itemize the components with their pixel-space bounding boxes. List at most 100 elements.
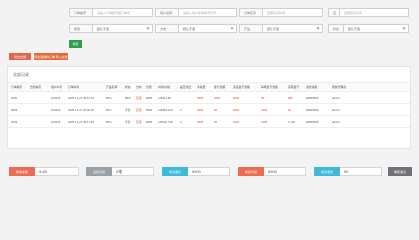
set-win-button[interactable]: 修改盈利: [162, 167, 188, 176]
filter-form: 订单编号 请输入订单编号或订单号 用户名称 请输入用户名称或手机号 订单区间 选…: [69, 8, 409, 40]
table-cell: 2025-12-27 00:02:22: [68, 107, 94, 112]
order-range-label: 订单区间: [239, 8, 263, 17]
table-cell: ¥8000553: [306, 107, 319, 112]
table-row[interactable]: 4039 123123 2025-12-27 00:02:22 BTC 平仓 买涨 6081…: [8, 104, 410, 116]
table-row[interactable]: 4040 123123 2025-12-27 00:10:01 BTC BKS 买涨 608…: [8, 92, 410, 104]
table-cell: 115352.213: [158, 107, 173, 112]
table-header: 订单编号 合约编号 用户ID号 订单时间 产品名称 状态 方向 分组 时间/价格 是否点位 手续费 盈…: [8, 82, 410, 92]
column-header[interactable]: 手续费: [197, 83, 205, 91]
status-label: 状态: [328, 24, 344, 33]
column-header[interactable]: 实际盈亏: [288, 83, 299, 91]
table-cell: ¥500: [197, 119, 204, 124]
table-cell: ¥8000555: [306, 119, 319, 124]
type-label: 类型: [69, 24, 93, 33]
table-cell: ¥160: [233, 119, 240, 124]
table-cell: admin: [332, 107, 340, 112]
column-header[interactable]: 状态: [125, 83, 131, 91]
column-header[interactable]: 是否点位: [180, 83, 191, 91]
panel-title: 全部记录: [13, 72, 29, 77]
column-header[interactable]: 用户ID号: [51, 83, 62, 91]
column-header[interactable]: 资金余额: [306, 83, 317, 91]
table-row[interactable]: 4039 123123 2025-12-27 00:17:18 BTC 平仓 买涨 6081…: [8, 116, 410, 128]
column-header[interactable]: 盈亏金额: [214, 83, 225, 91]
user-name-label: 用户名称: [155, 8, 179, 17]
records-panel: 全部记录 订单编号 合约编号 用户ID号 订单时间 产品名称 状态 方向 分组 时间/价格 是否点…: [7, 66, 411, 149]
table-cell: ¥200: [214, 95, 221, 100]
column-header[interactable]: 分组: [146, 83, 152, 91]
table-cell: 123123: [51, 119, 61, 124]
table-cell: 0: [180, 107, 182, 112]
column-header[interactable]: 订单时间: [68, 83, 79, 91]
table-cell: 2025-12-27 00:17:18: [68, 119, 94, 124]
table-cell: 4039: [11, 119, 18, 124]
column-header[interactable]: 买卖盈亏金额: [233, 83, 250, 91]
column-header[interactable]: 时间/价格: [158, 83, 170, 91]
table-cell: BKS: [125, 95, 131, 100]
order-no-input[interactable]: 请输入订单编号或订单号: [93, 8, 153, 17]
column-header[interactable]: 每笔盈亏金额: [261, 83, 278, 91]
to-label: 至: [328, 8, 340, 17]
table-cell: ¥80: [288, 95, 293, 100]
table-cell: 123123: [51, 107, 61, 112]
order-range-end-filter: 至 选择结束时间: [328, 8, 409, 17]
direction-select[interactable]: 默认不选: [179, 24, 237, 33]
order-range-start-input[interactable]: 选择区间时间: [263, 8, 323, 17]
table-cell: ¥160: [261, 119, 268, 124]
status-select[interactable]: 默认不选: [344, 24, 409, 33]
table-cell: 平仓: [125, 107, 131, 112]
win-input[interactable]: ¥500: [188, 167, 230, 176]
product-select[interactable]: 默认不选: [263, 24, 323, 33]
table-cell: BTC: [106, 95, 112, 100]
type-select[interactable]: 默认不选: [93, 24, 153, 33]
type-select-value: 默认不选: [97, 26, 110, 31]
table-cell: 买涨: [136, 119, 142, 124]
table-cell: 115411.84: [158, 95, 171, 100]
table-cell: 2025-12-27 00:10:01: [68, 95, 94, 100]
type-filter: 类型 默认不选: [69, 24, 153, 33]
column-header[interactable]: 产品名称: [106, 83, 117, 91]
table-cell: ¥-160: [288, 119, 296, 124]
table-cell: ¥500: [197, 107, 204, 112]
table-cell: 4040: [11, 95, 18, 100]
search-button[interactable]: 搜索: [69, 40, 82, 48]
set-lose-button[interactable]: 修改亏损: [238, 167, 264, 176]
balance-group: 修改余额 ¥-80: [9, 167, 79, 176]
table-cell: ¥6: [261, 95, 265, 100]
column-header[interactable]: 方向: [136, 83, 142, 91]
column-header[interactable]: 订单编号: [11, 83, 22, 91]
product-label: 产品: [239, 24, 263, 33]
direction-filter: 方向 默认不选: [155, 24, 237, 33]
table-cell: ¥8000553: [306, 95, 319, 100]
table-cell: 6081: [146, 95, 153, 100]
import-label: 导入交易: [55, 54, 68, 59]
table-cell: 123123: [51, 95, 61, 100]
table-cell: 买涨: [136, 95, 142, 100]
lose-input[interactable]: ¥500: [264, 167, 306, 176]
export-all-button[interactable]: 导出全部: [9, 53, 31, 60]
fee-input[interactable]: 0笔: [112, 167, 154, 176]
win-group: 修改盈利 ¥500: [162, 167, 230, 176]
product-filter: 产品 默认不选: [239, 24, 323, 33]
table-cell: 0: [180, 119, 182, 124]
order-range-end-input[interactable]: 选择结束时间: [340, 8, 409, 17]
table-cell: ¥0: [214, 107, 218, 112]
fee-group: 设置手续 0笔: [86, 167, 154, 176]
filter-row-2: 类型 默认不选 方向 默认不选 产品 默认不选 状态 默认不选: [69, 24, 409, 40]
chevron-down-icon: [230, 26, 234, 30]
user-name-input[interactable]: 请输入用户名称或手机号: [179, 8, 237, 17]
export-selected-label: 导出选择的订单: [34, 54, 56, 59]
table-cell: BTC: [106, 107, 112, 112]
table-cell: ¥200: [233, 95, 240, 100]
approve-button[interactable]: 审核通过: [388, 167, 412, 176]
export-selected-button[interactable]: 导出选择的订单 导入交易: [34, 53, 68, 60]
set-charge-button[interactable]: 修改收费: [314, 167, 340, 176]
charge-input[interactable]: ¥0: [340, 167, 382, 176]
balance-input[interactable]: ¥-80: [35, 167, 79, 176]
column-header[interactable]: 所属代理商: [332, 83, 346, 91]
direction-select-value: 默认不选: [183, 26, 196, 31]
table-cell: BTC: [106, 119, 112, 124]
set-fee-button[interactable]: 设置手续: [86, 167, 112, 176]
set-balance-button[interactable]: 修改余额: [9, 167, 35, 176]
table-cell: admin: [332, 119, 340, 124]
column-header[interactable]: 合约编号: [30, 83, 41, 91]
